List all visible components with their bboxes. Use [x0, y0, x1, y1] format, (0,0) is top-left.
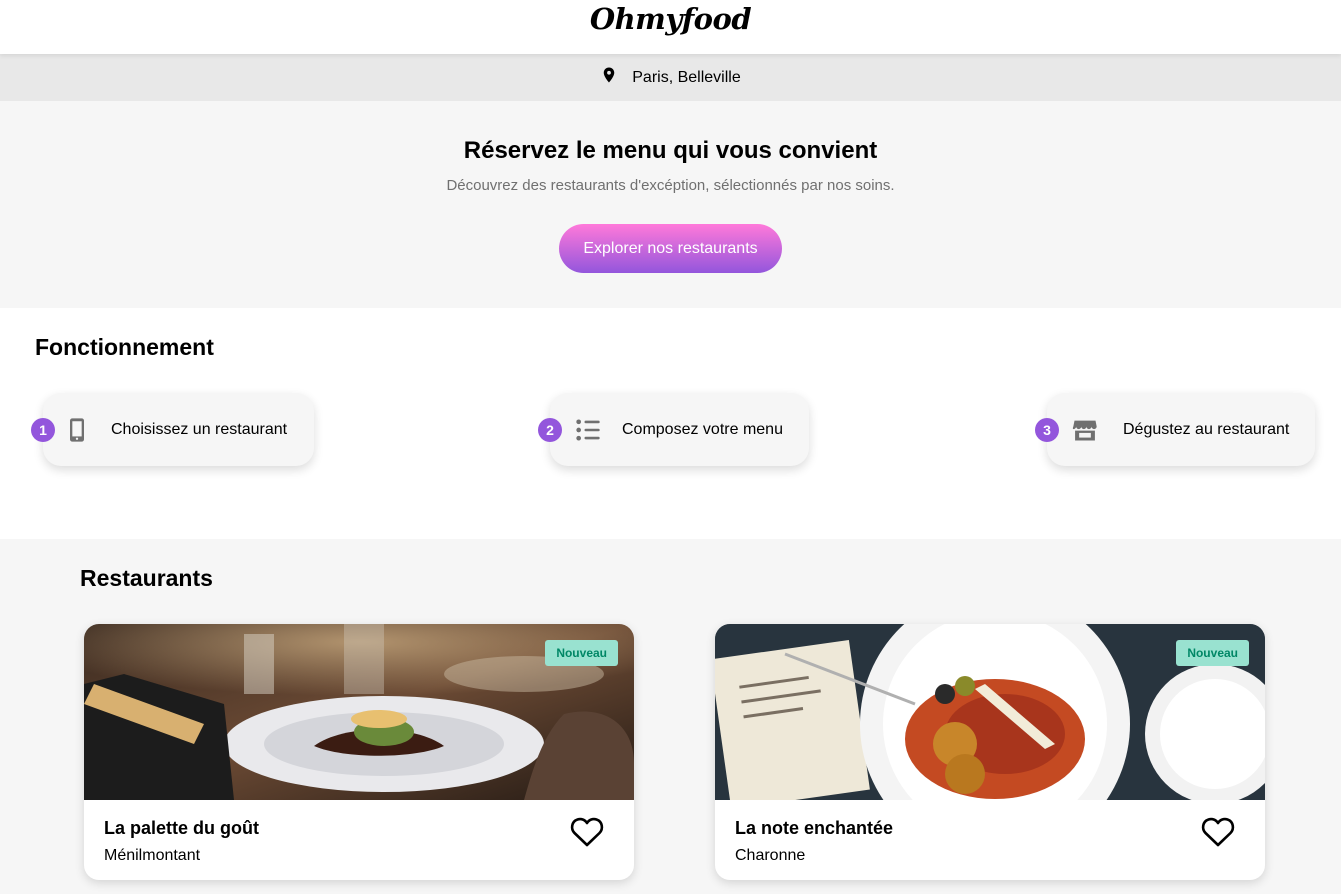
how-it-works-title: Fonctionnement: [35, 334, 214, 360]
plated-fish-dish-photo: Nouveau: [84, 624, 634, 800]
step-label: Choisissez un restaurant: [111, 420, 288, 438]
restaurant-name: La palette du goût: [104, 818, 259, 838]
hero-subtitle: Découvrez des restaurants d'excéption, s…: [446, 177, 895, 194]
step-card-enjoy: 3 Dégustez au restaurant: [1035, 393, 1315, 466]
step-card-choose: 1 Choisissez un restaurant: [31, 393, 314, 466]
restaurants-title: Restaurants: [80, 565, 213, 591]
croquettes-plate-photo: Nouveau: [715, 624, 1265, 800]
location-bar: Paris, Belleville: [0, 54, 1341, 101]
list-icon: [574, 416, 602, 444]
explore-restaurants-button[interactable]: Explorer nos restaurants: [559, 224, 782, 273]
restaurant-name: La note enchantée: [735, 818, 894, 838]
heart-icon[interactable]: [1201, 816, 1235, 848]
hero-section: Réservez le menu qui vous convient Décou…: [0, 101, 1341, 308]
site-header: Ohmyfood: [0, 0, 1341, 54]
restaurant-area: Ménilmontant: [104, 847, 201, 864]
step-number-badge: 1: [31, 418, 55, 442]
smartphone-icon: [63, 416, 91, 444]
how-it-works-section: Fonctionnement 1 Choisissez un restauran…: [0, 308, 1341, 539]
step-number-badge: 3: [1035, 418, 1059, 442]
step-card-compose: 2 Composez votre menu: [538, 393, 809, 466]
restaurant-area: Charonne: [735, 847, 806, 864]
new-badge: Nouveau: [545, 640, 618, 666]
restaurant-card-palette[interactable]: Nouveau La palette du goût Ménilmontant: [84, 624, 634, 880]
hero-title: Réservez le menu qui vous convient: [463, 137, 878, 164]
restaurant-card-note[interactable]: Nouveau La note enchantée Charonne: [715, 624, 1265, 880]
heart-icon[interactable]: [570, 816, 604, 848]
location-label: Paris, Belleville: [632, 68, 741, 86]
step-label: Dégustez au restaurant: [1123, 420, 1290, 438]
step-number-badge: 2: [538, 418, 562, 442]
restaurants-section: Restaurants Nouveau La palette du goût M…: [0, 539, 1341, 894]
step-label: Composez votre menu: [622, 420, 783, 438]
store-icon: [1071, 416, 1099, 444]
map-pin-icon: [600, 66, 618, 89]
site-logo[interactable]: Ohmyfood: [590, 2, 752, 36]
new-badge: Nouveau: [1176, 640, 1249, 666]
